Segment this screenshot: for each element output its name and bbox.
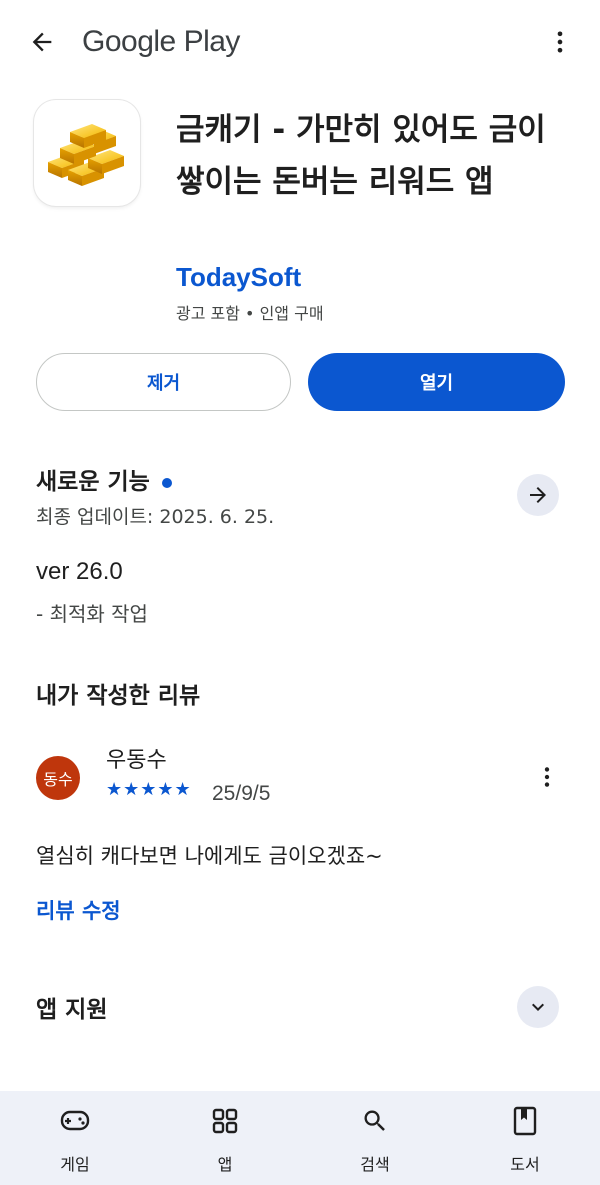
book-icon	[503, 1103, 547, 1139]
nav-label-books: 도서	[510, 1155, 540, 1174]
avatar: 동수	[36, 756, 80, 800]
nav-item-books[interactable]: 도서	[465, 1091, 585, 1185]
google-play-logo-text: Google Play	[82, 25, 240, 58]
whats-new-title: 새로운 기능	[36, 469, 150, 495]
reviewer-name: 우동수	[106, 748, 167, 773]
developer-link[interactable]: TodaySoft	[176, 262, 301, 293]
review-more-button[interactable]	[530, 760, 564, 794]
arrow-back-icon	[32, 32, 52, 52]
more-vert-icon	[557, 31, 563, 53]
edit-review-link[interactable]: 리뷰 수정	[36, 895, 121, 925]
review-date: 25/9/5	[212, 782, 271, 805]
uninstall-button[interactable]: 제거	[36, 353, 291, 411]
nav-label-search: 검색	[360, 1155, 390, 1174]
review-text: 열심히 캐다보면 나에게도 금이오겠죠~	[36, 844, 383, 868]
my-review-title: 내가 작성한 리뷰	[36, 683, 201, 709]
new-indicator-dot	[161, 477, 172, 488]
arrow-forward-icon	[530, 487, 546, 503]
nav-item-apps[interactable]: 앱	[165, 1091, 285, 1185]
apps-grid-icon	[203, 1103, 247, 1139]
chevron-down-icon	[532, 1003, 544, 1011]
release-notes: - 최적화 작업	[36, 602, 148, 626]
app-title: 금캐기 - 가만히 있어도 금이 쌓이는 돈버는 리워드 앱	[176, 112, 546, 200]
bottom-navigation: 게임 앱 검색 도서	[0, 1091, 600, 1185]
open-button[interactable]: 열기	[308, 353, 565, 411]
nav-label-games: 게임	[60, 1155, 90, 1174]
more-vert-icon	[544, 767, 550, 787]
star-rating: ★★★★★	[106, 779, 192, 800]
app-support-expand-button[interactable]	[517, 986, 559, 1028]
whats-new-arrow-button[interactable]	[517, 474, 559, 516]
app-meta-info: 광고 포함 • 인앱 구매	[176, 304, 324, 323]
last-updated-text: 최종 업데이트: 2025. 6. 25.	[36, 506, 275, 528]
whats-new-header[interactable]: 새로운 기능	[36, 462, 172, 496]
app-icon	[34, 100, 140, 206]
nav-label-apps: 앱	[217, 1155, 233, 1174]
app-support-title[interactable]: 앱 지원	[36, 990, 108, 1024]
top-app-bar: Google Play	[0, 0, 600, 84]
gamepad-icon	[53, 1103, 97, 1139]
gold-bars-icon	[48, 124, 124, 186]
more-options-button[interactable]	[540, 22, 580, 62]
version-text: ver 26.0	[36, 558, 123, 585]
nav-item-search[interactable]: 검색	[315, 1091, 435, 1185]
back-button[interactable]	[22, 22, 62, 62]
nav-item-games[interactable]: 게임	[15, 1091, 135, 1185]
search-icon	[353, 1103, 397, 1139]
